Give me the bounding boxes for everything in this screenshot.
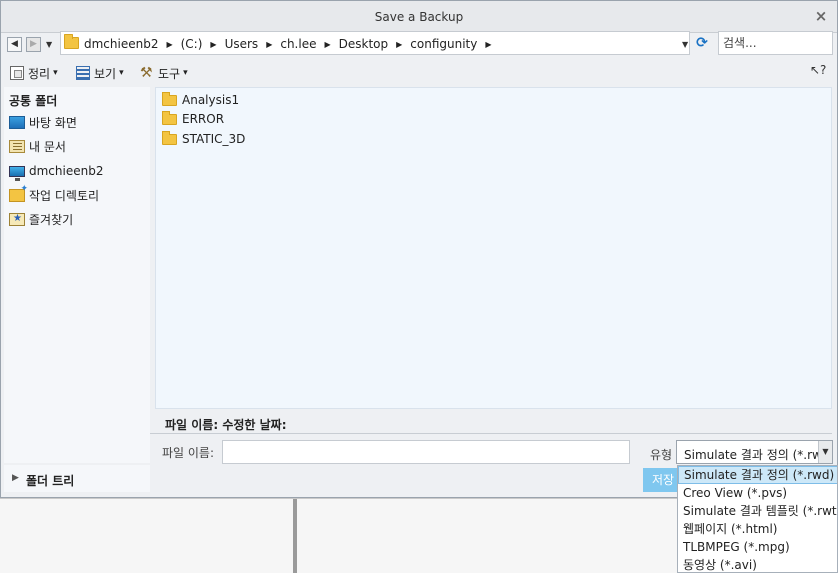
organize-label: 정리: [28, 66, 51, 81]
refresh-icon[interactable]: ⟳: [692, 33, 712, 53]
sidebar-item-favorites[interactable]: 즐겨찾기: [9, 210, 73, 228]
tools-icon: ⚒: [140, 65, 153, 81]
breadcrumb-item[interactable]: Desktop: [338, 37, 390, 51]
file-name: ERROR: [182, 112, 225, 126]
list-item[interactable]: Analysis1: [162, 91, 239, 109]
address-bar[interactable]: dmchieenb2 ▶ (C:) ▶ Users ▶ ch.lee ▶ Des…: [60, 31, 690, 55]
breadcrumb-arrow-icon[interactable]: ▶: [396, 40, 402, 49]
close-icon[interactable]: ×: [813, 8, 829, 24]
type-select[interactable]: Simulate 결과 정의 (*.rwd) ▼: [676, 440, 833, 464]
breadcrumb-arrow-icon[interactable]: ▶: [166, 40, 172, 49]
breadcrumb-item[interactable]: Users: [224, 37, 260, 51]
expand-arrow-icon: ▶: [12, 473, 19, 483]
view-label: 보기: [94, 66, 117, 81]
common-folders-header: 공통 폴더: [9, 94, 58, 108]
file-name: STATIC_3D: [182, 132, 246, 146]
type-option[interactable]: TLBMPEG (*.mpg): [678, 538, 837, 556]
sidebar-item-documents[interactable]: 내 문서: [9, 137, 66, 155]
type-option[interactable]: 동영상 (*.avi): [678, 556, 837, 572]
back-button[interactable]: ◀: [7, 37, 22, 52]
window-title: Save a Backup: [374, 10, 464, 24]
breadcrumb-arrow-icon[interactable]: ▶: [266, 40, 272, 49]
common-folders-panel: 공통 폴더 바탕 화면 내 문서 dmchieenb2 작업 디렉토리 즐겨찾기: [4, 87, 150, 463]
help-icon[interactable]: ↖?: [810, 63, 826, 77]
folder-tree-label: 폴더 트리: [26, 474, 75, 488]
working-directory-icon: [9, 184, 28, 202]
folder-icon: [162, 91, 177, 106]
filename-input[interactable]: [222, 440, 630, 464]
filename-label: 파일 이름:: [162, 446, 215, 460]
chevron-down-icon: ▾: [53, 68, 58, 78]
folder-icon: [162, 130, 177, 145]
tools-menu[interactable]: ⚒ 도구 ▾: [140, 64, 188, 82]
favorites-icon: [9, 212, 25, 226]
type-option[interactable]: Simulate 결과 템플릿 (*.rwt): [678, 502, 837, 520]
type-option[interactable]: Creo View (*.pvs): [678, 484, 837, 502]
sidebar-item-label: 바탕 화면: [29, 115, 77, 130]
list-item[interactable]: ERROR: [162, 110, 224, 128]
breadcrumb: dmchieenb2 ▶ (C:) ▶ Users ▶ ch.lee ▶ Des…: [83, 36, 499, 52]
history-dropdown-icon[interactable]: ▼: [46, 40, 52, 49]
address-dropdown-icon[interactable]: ▼: [682, 40, 688, 49]
folder-icon: [64, 34, 79, 49]
view-menu[interactable]: 보기 ▾: [76, 64, 124, 82]
folder-tree-toggle[interactable]: ▶ 폴더 트리: [4, 465, 150, 492]
documents-icon: [9, 139, 25, 153]
chevron-down-icon: ▾: [183, 68, 188, 78]
breadcrumb-item[interactable]: configunity: [409, 37, 478, 51]
breadcrumb-arrow-icon[interactable]: ▶: [485, 40, 491, 49]
sidebar-item-label: 작업 디렉토리: [29, 188, 100, 203]
type-option[interactable]: 웹페이지 (*.html): [678, 520, 837, 538]
divider: [150, 433, 832, 434]
sidebar-item-computer[interactable]: dmchieenb2: [9, 162, 104, 181]
type-dropdown-list[interactable]: Simulate 결과 정의 (*.rwd) Creo View (*.pvs)…: [677, 465, 838, 573]
type-label: 유형: [650, 448, 673, 462]
sidebar-item-working-directory[interactable]: 작업 디렉토리: [9, 184, 100, 204]
file-info-text: 파일 이름: 수정한 날짜:: [165, 418, 287, 432]
breadcrumb-item[interactable]: ch.lee: [279, 37, 317, 51]
chevron-down-icon: ▾: [119, 68, 124, 78]
sidebar-item-label: 즐겨찾기: [29, 212, 74, 227]
divider: [293, 499, 297, 573]
view-icon: [76, 66, 90, 80]
breadcrumb-arrow-icon[interactable]: ▶: [324, 40, 330, 49]
breadcrumb-arrow-icon[interactable]: ▶: [210, 40, 216, 49]
file-list[interactable]: Analysis1 ERROR STATIC_3D: [155, 87, 832, 409]
sidebar-item-label: 내 문서: [29, 139, 66, 154]
list-item[interactable]: STATIC_3D: [162, 130, 245, 148]
desktop-icon: [9, 115, 25, 129]
search-input[interactable]: [718, 31, 833, 55]
sidebar-item-desktop[interactable]: 바탕 화면: [9, 113, 77, 131]
sidebar-item-label: dmchieenb2: [29, 164, 104, 178]
file-info-bar: 파일 이름: 수정한 날짜:: [155, 412, 832, 432]
organize-menu[interactable]: 정리 ▾: [10, 64, 58, 82]
breadcrumb-item[interactable]: dmchieenb2: [83, 37, 159, 51]
title-bar: Save a Backup ×: [1, 1, 837, 33]
organize-icon: [10, 66, 24, 80]
file-name: Analysis1: [182, 93, 240, 107]
breadcrumb-item[interactable]: (C:): [180, 37, 204, 51]
computer-icon: [9, 165, 25, 181]
type-selected-value: Simulate 결과 정의 (*.rwd): [684, 448, 833, 462]
folder-icon: [162, 110, 177, 125]
forward-button[interactable]: ▶: [26, 37, 41, 52]
tools-label: 도구: [158, 66, 181, 81]
chevron-down-icon[interactable]: ▼: [818, 441, 832, 463]
type-option[interactable]: Simulate 결과 정의 (*.rwd): [678, 466, 837, 484]
